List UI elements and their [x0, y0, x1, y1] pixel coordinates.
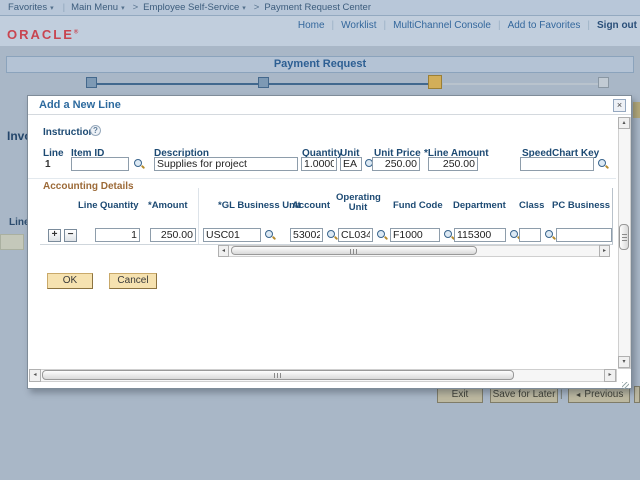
scroll-grip	[274, 373, 282, 378]
modal-scroll-down-icon[interactable]: ▾	[618, 356, 630, 368]
class-lookup-icon[interactable]	[544, 229, 556, 241]
breadcrumb-separator-icon: >	[253, 2, 260, 13]
background-fragment	[633, 102, 640, 118]
scroll-grip	[350, 249, 358, 254]
operating-unit-lookup-icon[interactable]	[376, 229, 388, 241]
row-class-field[interactable]	[519, 228, 541, 242]
add-new-line-dialog: Add a New Line × Instructions ? Line Ite…	[27, 95, 632, 389]
link-divider: |	[383, 19, 387, 31]
step-1-marker	[86, 77, 97, 88]
scroll-grip	[622, 233, 627, 241]
dialog-titlebar: Add a New Line ×	[28, 96, 631, 115]
previous-arrow-icon: ◄	[574, 392, 582, 399]
step-4-marker	[598, 77, 609, 88]
background-fragment	[0, 234, 24, 250]
close-icon[interactable]: ×	[613, 99, 626, 112]
modal-scroll-right-icon[interactable]: ▸	[604, 369, 616, 382]
modal-hscroll-thumb[interactable]	[42, 370, 514, 380]
row-fund-code-field[interactable]	[390, 228, 440, 242]
grid-column-divider	[198, 188, 199, 244]
col-fund-code: Fund Code	[393, 200, 443, 211]
row-account-field[interactable]	[290, 228, 323, 242]
gl-business-unit-lookup-icon[interactable]	[264, 229, 276, 241]
chevron-down-icon: ▾	[50, 4, 54, 12]
link-divider: |	[331, 19, 335, 31]
speedchart-lookup-icon[interactable]	[597, 158, 609, 170]
modal-scroll-up-icon[interactable]: ▴	[618, 117, 630, 129]
item-id-lookup-icon[interactable]	[133, 158, 145, 170]
col-department: Department	[453, 200, 506, 211]
add-row-button[interactable]: +	[48, 229, 61, 242]
registered-mark: ®	[73, 29, 79, 36]
row-amount-field[interactable]	[150, 228, 196, 242]
breadcrumb-bar: Favorites ▾ | Main Menu ▾ > Employee Sel…	[0, 0, 640, 16]
oracle-logo: ORACLE®	[7, 27, 79, 42]
header-links: Home | Worklist | MultiChannel Console |…	[0, 19, 637, 31]
breadcrumb-separator-icon: >	[132, 2, 139, 13]
row-operating-unit-field[interactable]	[338, 228, 373, 242]
page-title: Payment Request	[6, 56, 634, 73]
chevron-down-icon: ▾	[242, 4, 246, 12]
step-2-marker	[258, 77, 269, 88]
item-id-field[interactable]	[71, 157, 129, 171]
ok-button[interactable]: OK	[47, 273, 93, 289]
dialog-title: Add a New Line	[39, 99, 121, 111]
link-divider: |	[497, 19, 501, 31]
col-class: Class	[519, 200, 545, 211]
worklist-link[interactable]: Worklist	[341, 20, 376, 31]
line-amount-field[interactable]	[428, 157, 478, 171]
breadcrumb-main-menu[interactable]: Main Menu	[71, 2, 118, 13]
col-account: Account	[292, 200, 330, 211]
row-quantity-field[interactable]	[95, 228, 140, 242]
breadcrumb-payment-request-center[interactable]: Payment Request Center	[264, 2, 371, 13]
cancel-button[interactable]: Cancel	[109, 273, 157, 289]
col-operating-unit: Operating Unit	[336, 192, 381, 213]
breadcrumb-divider: |	[62, 2, 66, 13]
home-link[interactable]: Home	[298, 20, 325, 31]
quantity-field[interactable]	[301, 157, 337, 171]
unit-price-field[interactable]	[372, 157, 420, 171]
col-amount: *Amount	[148, 200, 188, 211]
row-gl-business-unit-field[interactable]	[203, 228, 261, 242]
grid-hscroll-thumb[interactable]	[231, 246, 477, 255]
accounting-grid: Line Quantity *Amount *GL Business Unit …	[40, 188, 613, 245]
col-line: Line	[78, 200, 98, 211]
sign-out-link[interactable]: Sign out	[597, 20, 637, 31]
breadcrumb-favorites[interactable]: Favorites	[8, 2, 47, 13]
grid-scroll-left-icon[interactable]: ◂	[218, 245, 229, 257]
delete-row-button[interactable]: −	[64, 229, 77, 242]
section-divider	[28, 178, 616, 179]
line-number-value: 1	[45, 159, 51, 170]
col-pc-business-unit: PC Business Unit	[552, 200, 612, 211]
help-icon[interactable]: ?	[90, 125, 101, 136]
chevron-down-icon: ▾	[121, 4, 125, 12]
account-lookup-icon[interactable]	[326, 229, 338, 241]
row-department-field[interactable]	[454, 228, 506, 242]
line-label: Line	[43, 148, 64, 159]
description-field[interactable]	[154, 157, 298, 171]
step-connector-todo	[443, 83, 603, 85]
link-divider: |	[587, 19, 590, 31]
step-3-marker-active	[428, 75, 442, 89]
resize-grip[interactable]	[622, 382, 629, 389]
col-quantity: Quantity	[100, 200, 139, 211]
row-pc-business-unit-field[interactable]	[556, 228, 612, 242]
breadcrumb-employee-self-service[interactable]: Employee Self-Service	[143, 2, 239, 13]
modal-vscroll-thumb[interactable]	[619, 224, 629, 250]
speedchart-key-field[interactable]	[520, 157, 594, 171]
add-to-favorites-link[interactable]: Add to Favorites	[508, 20, 581, 31]
multichannel-console-link[interactable]: MultiChannel Console	[393, 20, 491, 31]
button-divider: |	[560, 389, 563, 400]
modal-scroll-left-icon[interactable]: ◂	[29, 369, 41, 382]
col-gl-business-unit: *GL Business Unit	[218, 200, 301, 211]
grid-scroll-right-icon[interactable]: ▸	[599, 245, 610, 257]
unit-field[interactable]	[340, 157, 362, 171]
next-button-fragment[interactable]	[634, 386, 640, 403]
